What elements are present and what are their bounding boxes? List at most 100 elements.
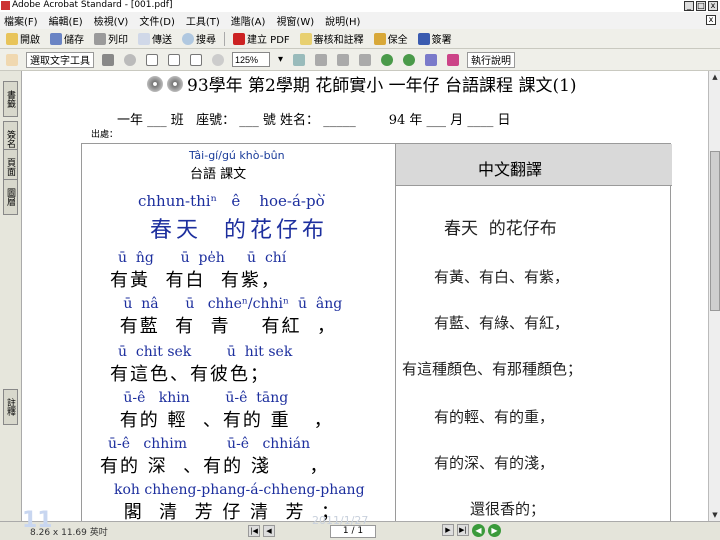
how-to-button[interactable]: 執行說明 bbox=[467, 51, 516, 68]
camera-icon bbox=[102, 53, 114, 66]
verse-hanzi: 有藍 有 青 有紅 ， bbox=[112, 316, 337, 337]
close-document-button[interactable]: x bbox=[706, 15, 716, 25]
heading-text: 93學年 第2學期 花師實小 一年仔 台語課程 課文(1) bbox=[187, 76, 577, 96]
maximize-button[interactable]: □ bbox=[696, 1, 706, 11]
folder-icon bbox=[6, 32, 18, 45]
snapshot-button[interactable] bbox=[100, 53, 116, 66]
zoom-in-icon bbox=[124, 53, 136, 66]
header-romanization: Tâi-gí/gú khò-bûn bbox=[189, 149, 285, 162]
fit-width-icon bbox=[190, 53, 202, 66]
document-view[interactable]: 93學年 第2學期 花師實小 一年仔 台語課程 課文(1) 一年 ___ 班 座… bbox=[23, 71, 708, 521]
navigation-pane: 書籤 簽名 頁面 圖層 註釋 bbox=[0, 71, 22, 521]
sign-button[interactable]: 簽署 bbox=[416, 31, 454, 46]
menu-help[interactable]: 說明(H) bbox=[325, 13, 360, 28]
translation-line: 有黃、有白、有紫， bbox=[434, 268, 570, 286]
title-hanzi: 春天 的花仔布 bbox=[150, 218, 328, 243]
scroll-down-arrow-icon[interactable]: ▼ bbox=[710, 510, 720, 520]
acrobat-app-icon bbox=[1, 1, 10, 10]
bookmarks-tab[interactable]: 書籤 bbox=[3, 81, 18, 117]
menu-view[interactable]: 檢視(V) bbox=[94, 13, 129, 28]
minimize-button[interactable]: _ bbox=[684, 1, 694, 11]
hand-icon bbox=[6, 53, 18, 66]
open-button[interactable]: 開啟 bbox=[4, 31, 42, 46]
menu-window[interactable]: 視窗(W) bbox=[276, 13, 314, 28]
translation-line: 有這種顏色、有那種顏色； bbox=[402, 360, 583, 378]
menu-file[interactable]: 檔案(F) bbox=[4, 13, 38, 28]
menu-edit[interactable]: 編輯(E) bbox=[49, 13, 83, 28]
verse-romanization: ū chit sek ū hit sek bbox=[118, 344, 293, 360]
first-page-button[interactable]: |◀ bbox=[248, 525, 260, 537]
email-button[interactable]: 傳送 bbox=[136, 31, 174, 46]
menu-document[interactable]: 文件(D) bbox=[139, 13, 175, 28]
continuous-button[interactable] bbox=[335, 53, 351, 66]
view-toolbar: 選取文字工具 ▾ 執行說明 bbox=[0, 49, 720, 71]
last-page-button[interactable]: ▶| bbox=[457, 524, 469, 536]
reflow-icon bbox=[425, 53, 438, 66]
actual-size-button[interactable] bbox=[144, 53, 160, 66]
scroll-thumb[interactable] bbox=[710, 151, 720, 311]
envelope-icon bbox=[138, 32, 150, 45]
forward-arrow-icon bbox=[403, 53, 416, 66]
save-button[interactable]: 儲存 bbox=[48, 31, 86, 46]
mandarin-header: 中文翻譯 bbox=[396, 144, 672, 186]
fit-width-button[interactable] bbox=[188, 53, 204, 66]
single-page-button[interactable] bbox=[313, 53, 329, 66]
class-info-line: 一年 ___ 班 座號： ___ 號 姓名： _____ 94 年 ___ 月 … bbox=[117, 113, 511, 128]
menu-advanced[interactable]: 進階(A) bbox=[231, 13, 266, 28]
search-button[interactable]: 搜尋 bbox=[180, 31, 218, 46]
go-back-icon[interactable]: ◀ bbox=[472, 524, 485, 537]
close-button[interactable]: x bbox=[708, 1, 718, 11]
select-text-label: 選取文字工具 bbox=[30, 56, 90, 67]
fit-page-button[interactable] bbox=[166, 53, 182, 66]
previous-view-button[interactable] bbox=[379, 53, 395, 66]
review-comment-button[interactable]: 審核和註釋 bbox=[298, 31, 366, 46]
back-arrow-icon bbox=[381, 53, 394, 66]
document-heading: 93學年 第2學期 花師實小 一年仔 台語課程 課文(1) bbox=[147, 71, 577, 96]
facing-button[interactable] bbox=[357, 53, 373, 66]
chevron-down-icon: ▾ bbox=[278, 54, 284, 65]
zoom-input[interactable] bbox=[232, 52, 270, 67]
zoom-dropdown[interactable]: ▾ bbox=[276, 54, 285, 65]
header-chinese-translation: 中文翻譯 bbox=[478, 160, 543, 179]
zoom-out-button[interactable] bbox=[210, 53, 226, 66]
verse-romanization: ū n̂g ū pe̍h ū chí bbox=[118, 250, 287, 266]
taiwanese-column: Tâi-gí/gú khò-bûn 台語 課文 chhun-thiⁿ ê hoe… bbox=[82, 144, 395, 521]
menu-tools[interactable]: 工具(T) bbox=[186, 13, 220, 28]
vertical-scrollbar[interactable]: ▲ ▼ bbox=[708, 71, 720, 521]
verse-romanization: ū nâ ū chheⁿ/chhiⁿ ū âng bbox=[110, 296, 343, 312]
translation-line: 有的深、有的淺， bbox=[434, 454, 555, 472]
select-text-tool-button[interactable]: 選取文字工具 bbox=[26, 51, 94, 68]
how-to-label: 執行說明 bbox=[471, 56, 512, 67]
layers-tab[interactable]: 圖層 bbox=[3, 179, 18, 215]
comments-tab[interactable]: 註釋 bbox=[3, 389, 18, 425]
slide-date: 2011/1/27 bbox=[312, 514, 369, 527]
speaker-icon bbox=[447, 53, 460, 66]
print-button[interactable]: 列印 bbox=[92, 31, 130, 46]
facing-icon bbox=[359, 53, 372, 66]
cd-icon bbox=[167, 75, 183, 92]
next-page-button[interactable]: ▶ bbox=[442, 524, 454, 536]
verse-romanization: ū-ê khin ū-ê tāng bbox=[110, 390, 289, 406]
zoom-out-icon bbox=[212, 53, 224, 66]
read-aloud-button[interactable] bbox=[445, 53, 461, 66]
scroll-up-arrow-icon[interactable]: ▲ bbox=[710, 72, 720, 82]
open-label: 開啟 bbox=[20, 35, 40, 46]
next-view-button[interactable] bbox=[401, 53, 417, 66]
secure-button[interactable]: 保全 bbox=[372, 31, 410, 46]
go-forward-icon[interactable]: ▶ bbox=[488, 524, 501, 537]
translation-line: 有的輕、有的重， bbox=[434, 408, 555, 426]
rotate-button[interactable] bbox=[291, 53, 307, 66]
previous-page-button[interactable]: ◀ bbox=[263, 525, 275, 537]
file-toolbar: 開啟 儲存 列印 傳送 搜尋 建立 PDF 審核和註釋 保全 簽署 bbox=[0, 29, 720, 49]
window-title: Adobe Acrobat Standard - [001.pdf] bbox=[12, 0, 173, 10]
title-translation: 春天 的花仔布 bbox=[444, 219, 557, 239]
hand-tool-button[interactable] bbox=[4, 53, 20, 66]
reflow-button[interactable] bbox=[423, 53, 439, 66]
header-hanzi: 台語 課文 bbox=[190, 167, 247, 182]
create-pdf-button[interactable]: 建立 PDF bbox=[231, 31, 292, 46]
search-label: 搜尋 bbox=[196, 35, 216, 46]
source-label: 出處： bbox=[91, 130, 119, 140]
toolbar-separator bbox=[224, 31, 225, 46]
verse-romanization: koh chheng-phang-á-chheng-phang bbox=[114, 482, 365, 498]
zoom-in-button[interactable] bbox=[122, 53, 138, 66]
